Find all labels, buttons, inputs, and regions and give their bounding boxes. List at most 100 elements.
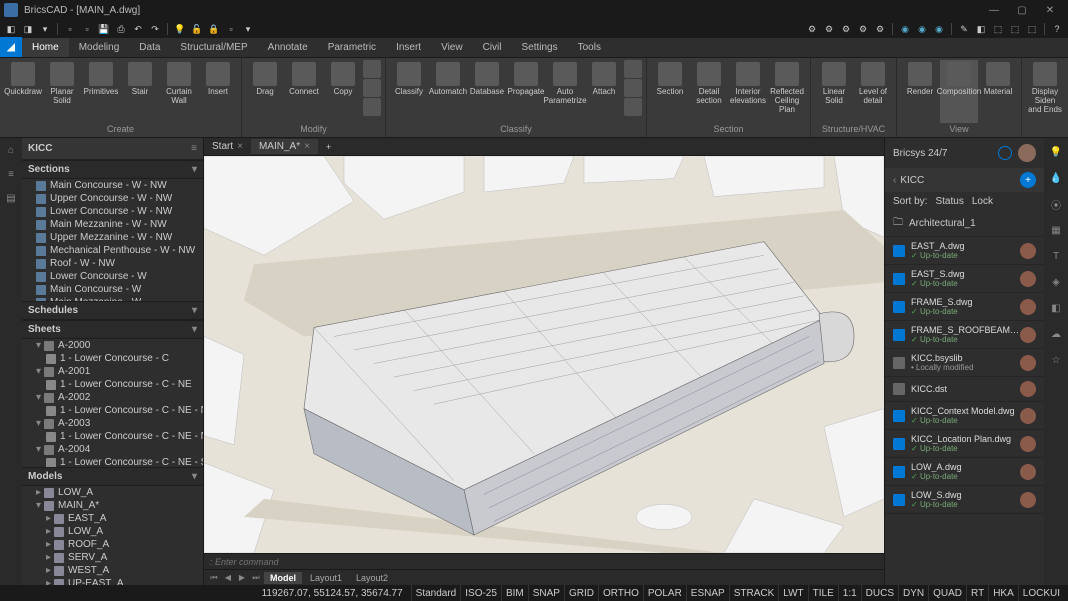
layout-tab[interactable]: Layout2	[350, 572, 394, 584]
menu-tab-insert[interactable]: Insert	[386, 38, 431, 57]
view-icon[interactable]: ◉	[915, 22, 929, 36]
ribbon-small-icon[interactable]	[363, 79, 381, 97]
cloud-file-row[interactable]: FRAME_S_ROOFBEAM.dwgUp-to-date	[885, 321, 1044, 349]
menu-tab-structural/mep[interactable]: Structural/MEP	[170, 38, 257, 57]
ribbon-reflected-ceiling-plan[interactable]: Reflected Ceiling Plan	[768, 60, 806, 123]
cloud-file-row[interactable]: LOW_S.dwgUp-to-date	[885, 486, 1044, 514]
layers-icon[interactable]: ≡	[3, 166, 19, 182]
print-icon[interactable]: ⎙	[114, 22, 128, 36]
help-icon[interactable]: ?	[1050, 22, 1064, 36]
model-item[interactable]: ▸LOW_A	[22, 486, 203, 499]
sheet-group[interactable]: ▾A-2002	[22, 391, 203, 404]
model-item[interactable]: ▸UP-EAST_A	[22, 577, 203, 585]
star-icon[interactable]: ☆	[1048, 352, 1064, 368]
cloud-file-row[interactable]: EAST_S.dwgUp-to-date	[885, 265, 1044, 293]
ribbon-connect[interactable]: Connect	[285, 60, 323, 123]
nav-prev-icon[interactable]: ◀	[222, 573, 234, 582]
model-item[interactable]: ▸ROOF_A	[22, 538, 203, 551]
ribbon-database[interactable]: Database	[468, 60, 506, 123]
text-icon[interactable]: T	[1048, 248, 1064, 264]
ribbon-curtain-wall[interactable]: Curtain Wall	[160, 60, 198, 123]
ribbon-small-icon[interactable]	[363, 98, 381, 116]
ribbon-composition[interactable]: Composition	[940, 60, 978, 123]
menu-tab-home[interactable]: Home	[22, 38, 69, 57]
project-row[interactable]: ‹ KICC +	[885, 168, 1044, 192]
layout-tab[interactable]: Model	[264, 572, 302, 584]
cloud-file-row[interactable]: KICC.bsyslibLocally modified	[885, 349, 1044, 377]
sheet-item[interactable]: 1 - Lower Concourse - C	[22, 352, 203, 365]
user-avatar[interactable]	[1018, 144, 1036, 162]
qat-icon[interactable]: ▾	[38, 22, 52, 36]
app-menu-button[interactable]: ◢	[0, 37, 22, 57]
viewport-3d[interactable]	[204, 156, 884, 553]
status-toggle[interactable]: ESNAP	[686, 585, 729, 601]
panel-menu-icon[interactable]: ≡	[191, 143, 197, 154]
status-toggle[interactable]: RT	[966, 585, 988, 601]
edit-icon[interactable]: ✎	[957, 22, 971, 36]
status-toggle[interactable]: TILE	[808, 585, 838, 601]
section-item[interactable]: Mechanical Penthouse - W - NW	[22, 244, 203, 257]
menu-tab-civil[interactable]: Civil	[473, 38, 512, 57]
model-item[interactable]: ▸EAST_A	[22, 512, 203, 525]
section-item[interactable]: Upper Mezzanine - W - NW	[22, 231, 203, 244]
ribbon-copy[interactable]: Copy	[324, 60, 362, 123]
qat-icon[interactable]: ◧	[4, 22, 18, 36]
drop-icon[interactable]: 💧	[1048, 170, 1064, 186]
sheets-header[interactable]: Sheets▾	[22, 320, 203, 339]
new-icon[interactable]: ▫	[63, 22, 77, 36]
status-toggle[interactable]: POLAR	[643, 585, 686, 601]
lock-icon[interactable]: 🔓	[190, 22, 204, 36]
sheet-group[interactable]: ▾A-2003	[22, 417, 203, 430]
grid-icon[interactable]: ▦	[1048, 222, 1064, 238]
sheet-item[interactable]: 1 - Lower Concourse - C - NE	[22, 378, 203, 391]
status-toggle[interactable]: BIM	[501, 585, 528, 601]
cloud-file-row[interactable]: LOW_A.dwgUp-to-date	[885, 458, 1044, 486]
cloud-file-row[interactable]: KICC_Location Plan.dwgUp-to-date	[885, 430, 1044, 458]
signal-icon[interactable]: ⦿	[1048, 196, 1064, 212]
save-icon[interactable]: 💾	[97, 22, 111, 36]
ribbon-classify[interactable]: Classify	[390, 60, 428, 123]
status-toggle[interactable]: HKA	[988, 585, 1018, 601]
ribbon-small-icon[interactable]	[624, 60, 642, 78]
status-toggle[interactable]: STRACK	[729, 585, 779, 601]
ribbon-render[interactable]: Render	[901, 60, 939, 123]
close-tab-icon[interactable]: ×	[237, 141, 243, 152]
view-icon[interactable]: ◉	[932, 22, 946, 36]
doc-tab[interactable]: Start×	[204, 139, 251, 154]
ribbon-interior-elevations[interactable]: Interior elevations	[729, 60, 767, 123]
status-toggle[interactable]: ISO-25	[460, 585, 501, 601]
sort-lock[interactable]: Lock	[972, 196, 993, 207]
ribbon-quickdraw[interactable]: Quickdraw	[4, 60, 42, 123]
menu-tab-settings[interactable]: Settings	[511, 38, 567, 57]
sheet-item[interactable]: 1 - Lower Concourse - C - NE - SE	[22, 456, 203, 467]
layers-icon[interactable]: ◈	[1048, 274, 1064, 290]
maximize-button[interactable]: ▢	[1008, 1, 1036, 19]
section-item[interactable]: Upper Concourse - W - NW	[22, 192, 203, 205]
menu-tab-modeling[interactable]: Modeling	[69, 38, 130, 57]
cloud-file-row[interactable]: KICC.dst	[885, 377, 1044, 402]
sort-status[interactable]: Status	[935, 196, 963, 207]
ribbon-section[interactable]: Section	[651, 60, 689, 123]
sheet-group[interactable]: ▾A-2004	[22, 443, 203, 456]
model-item[interactable]: ▸LOW_A	[22, 525, 203, 538]
status-toggle[interactable]: GRID	[564, 585, 598, 601]
status-toggle[interactable]: 1:1	[838, 585, 861, 601]
command-input[interactable]	[210, 557, 878, 567]
section-item[interactable]: Roof - W - NW	[22, 257, 203, 270]
section-item[interactable]: Main Mezzanine - W - NW	[22, 218, 203, 231]
sheet-group[interactable]: ▾A-2000	[22, 339, 203, 352]
close-button[interactable]: ✕	[1036, 1, 1064, 19]
ribbon-propagate[interactable]: Propagate	[507, 60, 545, 123]
ribbon-auto-parametrize[interactable]: Auto Parametrize	[546, 60, 584, 123]
nav-last-icon[interactable]: ⏭	[250, 573, 262, 583]
status-toggle[interactable]: ORTHO	[598, 585, 643, 601]
add-icon[interactable]: +	[1020, 172, 1036, 188]
status-toggle[interactable]: Standard	[411, 585, 461, 601]
tool-icon[interactable]: ⚙	[856, 22, 870, 36]
status-toggle[interactable]: LOCKUI	[1018, 585, 1064, 601]
ribbon-stair[interactable]: Stair	[121, 60, 159, 123]
layer-icon[interactable]: ▾	[241, 22, 255, 36]
sheet-item[interactable]: 1 - Lower Concourse - C - NE - NW	[22, 430, 203, 443]
cloud-icon[interactable]: ☁	[1048, 326, 1064, 342]
cloud-file-row[interactable]: KICC_Context Model.dwgUp-to-date	[885, 402, 1044, 430]
